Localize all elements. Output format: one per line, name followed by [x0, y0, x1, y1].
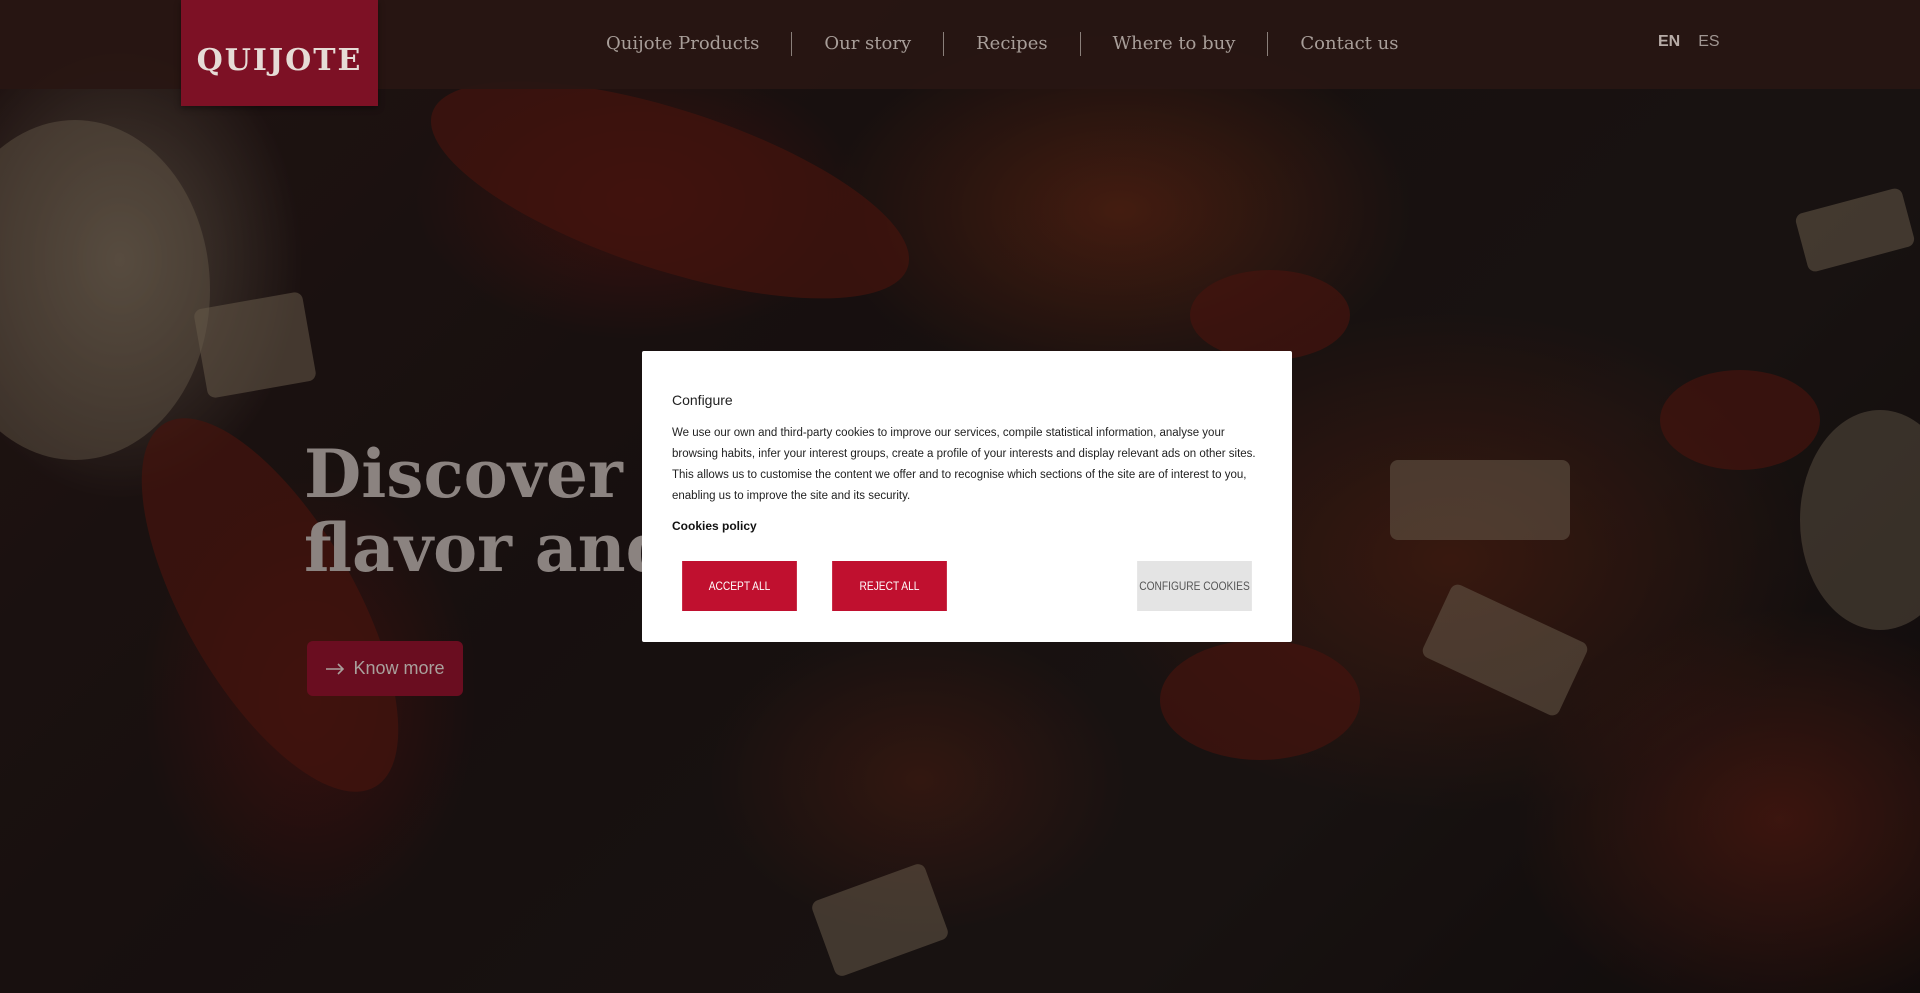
know-more-button[interactable]: Know more — [307, 641, 463, 696]
language-en[interactable]: EN — [1658, 33, 1680, 51]
know-more-label: Know more — [353, 658, 445, 678]
accept-all-button[interactable]: Accept all — [682, 561, 797, 611]
nav-item-our-story[interactable]: Our story — [792, 32, 945, 56]
logo[interactable]: QUIJOTE — [181, 0, 378, 106]
main-nav: Quijote Products Our story Recipes Where… — [574, 30, 1430, 58]
language-switcher: EN ES — [1658, 33, 1720, 51]
nav-item-products[interactable]: Quijote Products — [574, 32, 793, 56]
language-es[interactable]: ES — [1698, 33, 1719, 51]
cookies-policy-link[interactable]: Cookies policy — [672, 519, 757, 533]
nav-item-recipes[interactable]: Recipes — [944, 32, 1081, 56]
site-header: QUIJOTE Quijote Products Our story Recip… — [0, 0, 1920, 106]
arrow-right-icon — [326, 662, 345, 675]
reject-all-button[interactable]: Reject all — [832, 561, 947, 611]
modal-title: Configure — [672, 392, 733, 408]
nav-item-contact-us[interactable]: Contact us — [1268, 32, 1430, 56]
nav-item-where-to-buy[interactable]: Where to buy — [1081, 32, 1269, 56]
cookie-consent-modal: Configure We use our own and third-party… — [642, 351, 1292, 642]
modal-body-text: We use our own and third-party cookies t… — [672, 427, 1256, 502]
logo-text: QUIJOTE — [196, 42, 363, 78]
configure-cookies-button[interactable]: Configure cookies — [1137, 561, 1252, 611]
